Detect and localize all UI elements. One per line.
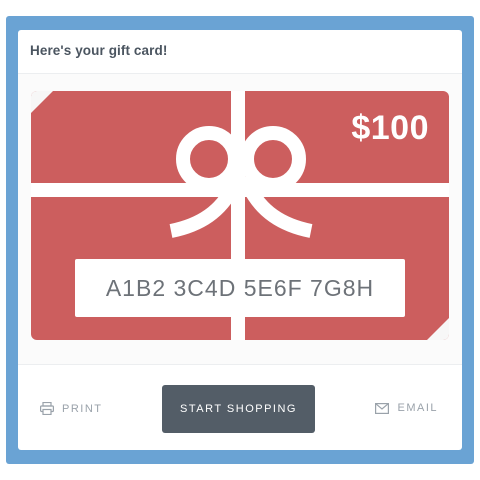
gift-card-panel: Here's your gift card! $100 A1B2 3C4D 5E… xyxy=(18,30,462,450)
print-button[interactable]: PRINT xyxy=(40,402,103,415)
email-label: EMAIL xyxy=(397,402,438,414)
email-button[interactable]: EMAIL xyxy=(375,402,438,414)
gift-card-amount: $100 xyxy=(351,109,429,147)
gift-card-code[interactable]: A1B2 3C4D 5E6F 7G8H xyxy=(75,259,405,317)
printer-icon xyxy=(40,402,54,415)
start-shopping-button[interactable]: START SHOPPING xyxy=(162,385,315,433)
footer-divider xyxy=(18,364,462,365)
envelope-icon xyxy=(375,402,390,414)
card-corner-bottom-right xyxy=(427,318,449,340)
gift-card: $100 A1B2 3C4D 5E6F 7G8H xyxy=(31,91,449,340)
card-corner-top-left xyxy=(31,91,53,113)
panel-title: Here's your gift card! xyxy=(30,43,168,58)
print-label: PRINT xyxy=(62,402,103,415)
ribbon-bow-icon xyxy=(169,126,313,238)
